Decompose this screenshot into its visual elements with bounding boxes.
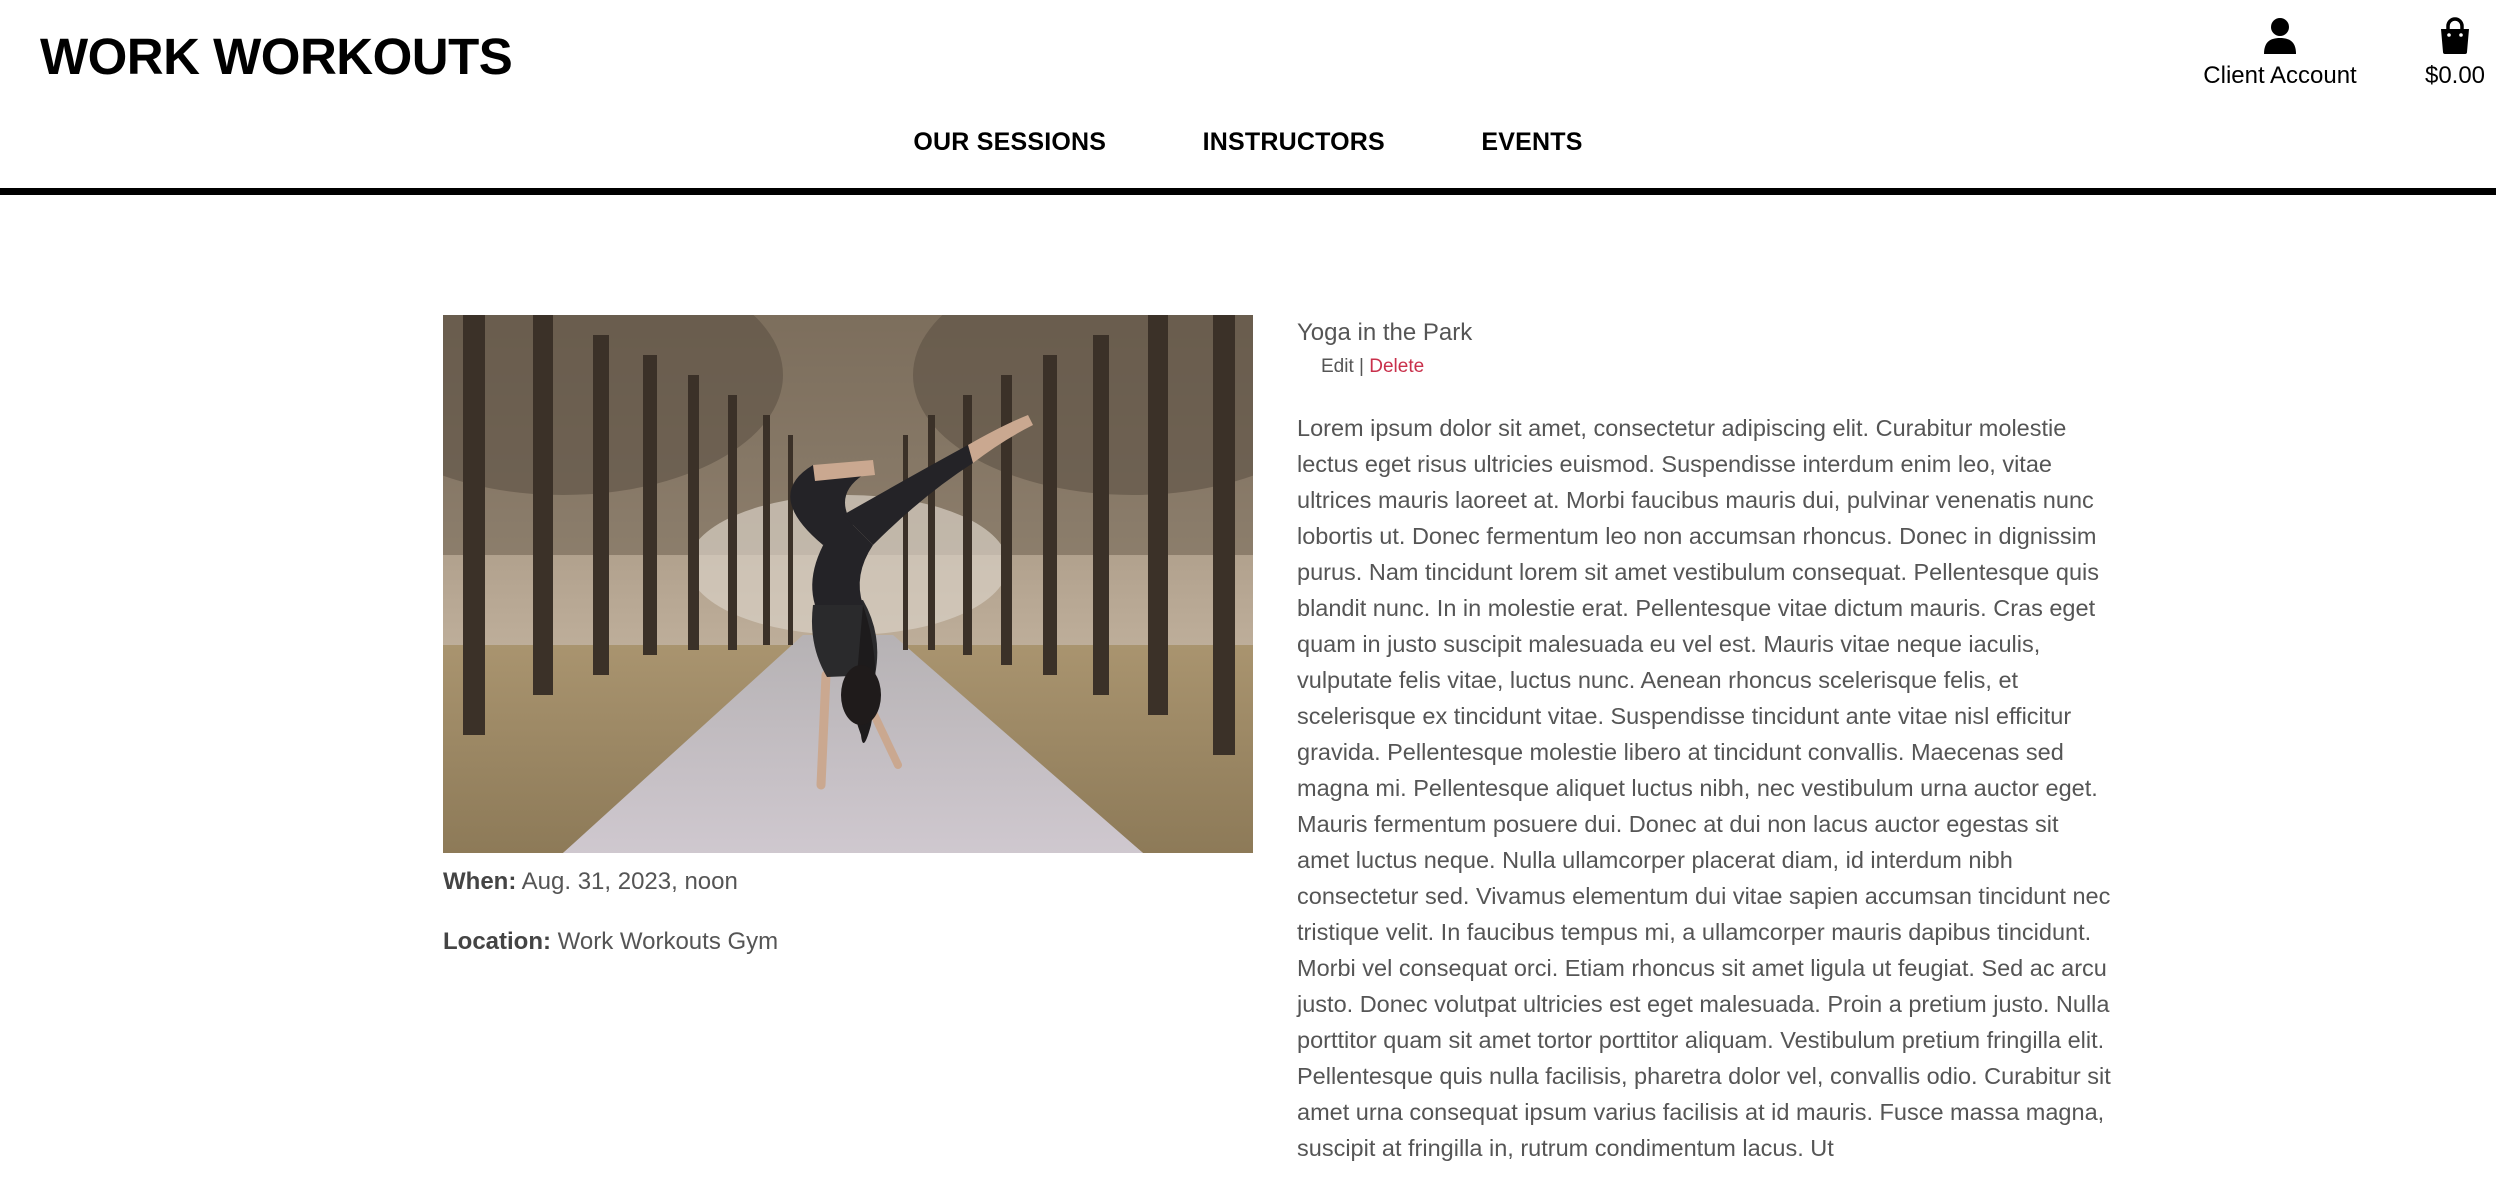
event-title: Yoga in the Park [1297,319,1473,346]
when-label: When: [443,868,517,895]
nav-events[interactable]: EVENTS [1481,128,1582,157]
edit-link[interactable]: Edit [1321,356,1354,377]
event-when: When: Aug. 31, 2023, noon [443,868,738,896]
event-photo-illustration [443,315,1253,853]
shopping-bag-link[interactable]: $0.00 [2410,16,2496,90]
when-value: Aug. 31, 2023, noon [521,868,738,895]
event-description: Lorem ipsum dolor sit amet, consectetur … [1297,415,2111,1161]
shopping-bag-icon [2441,17,2469,54]
user-icon [2264,18,2296,54]
nav-our-sessions[interactable]: OUR SESSIONS [913,128,1106,157]
admin-links: Edit | Delete [1321,356,2112,378]
brand-logo-link[interactable]: WORK WORKOUTS [40,26,513,88]
location-label: Location: [443,928,551,955]
event-location: Location: Work Workouts Gym [443,928,778,956]
nav-instructors[interactable]: INSTRUCTORS [1203,128,1385,157]
header-divider [0,188,2496,195]
bag-total: $0.00 [2424,62,2486,89]
client-account-label: Client Account [2203,62,2357,89]
site-header: WORK WORKOUTS Client Account $0.00 OUR S… [0,0,2496,188]
delete-link[interactable]: Delete [1369,356,1424,377]
main-nav: OUR SESSIONS INSTRUCTORS EVENTS [0,128,2496,157]
event-detail: Yoga in the Park Edit | Delete Lorem ips… [1297,318,2112,1190]
admin-separator: | [1359,356,1364,377]
location-value: Work Workouts Gym [557,928,779,955]
client-account-link[interactable]: Client Account [2180,16,2380,90]
event-image [443,315,1253,853]
